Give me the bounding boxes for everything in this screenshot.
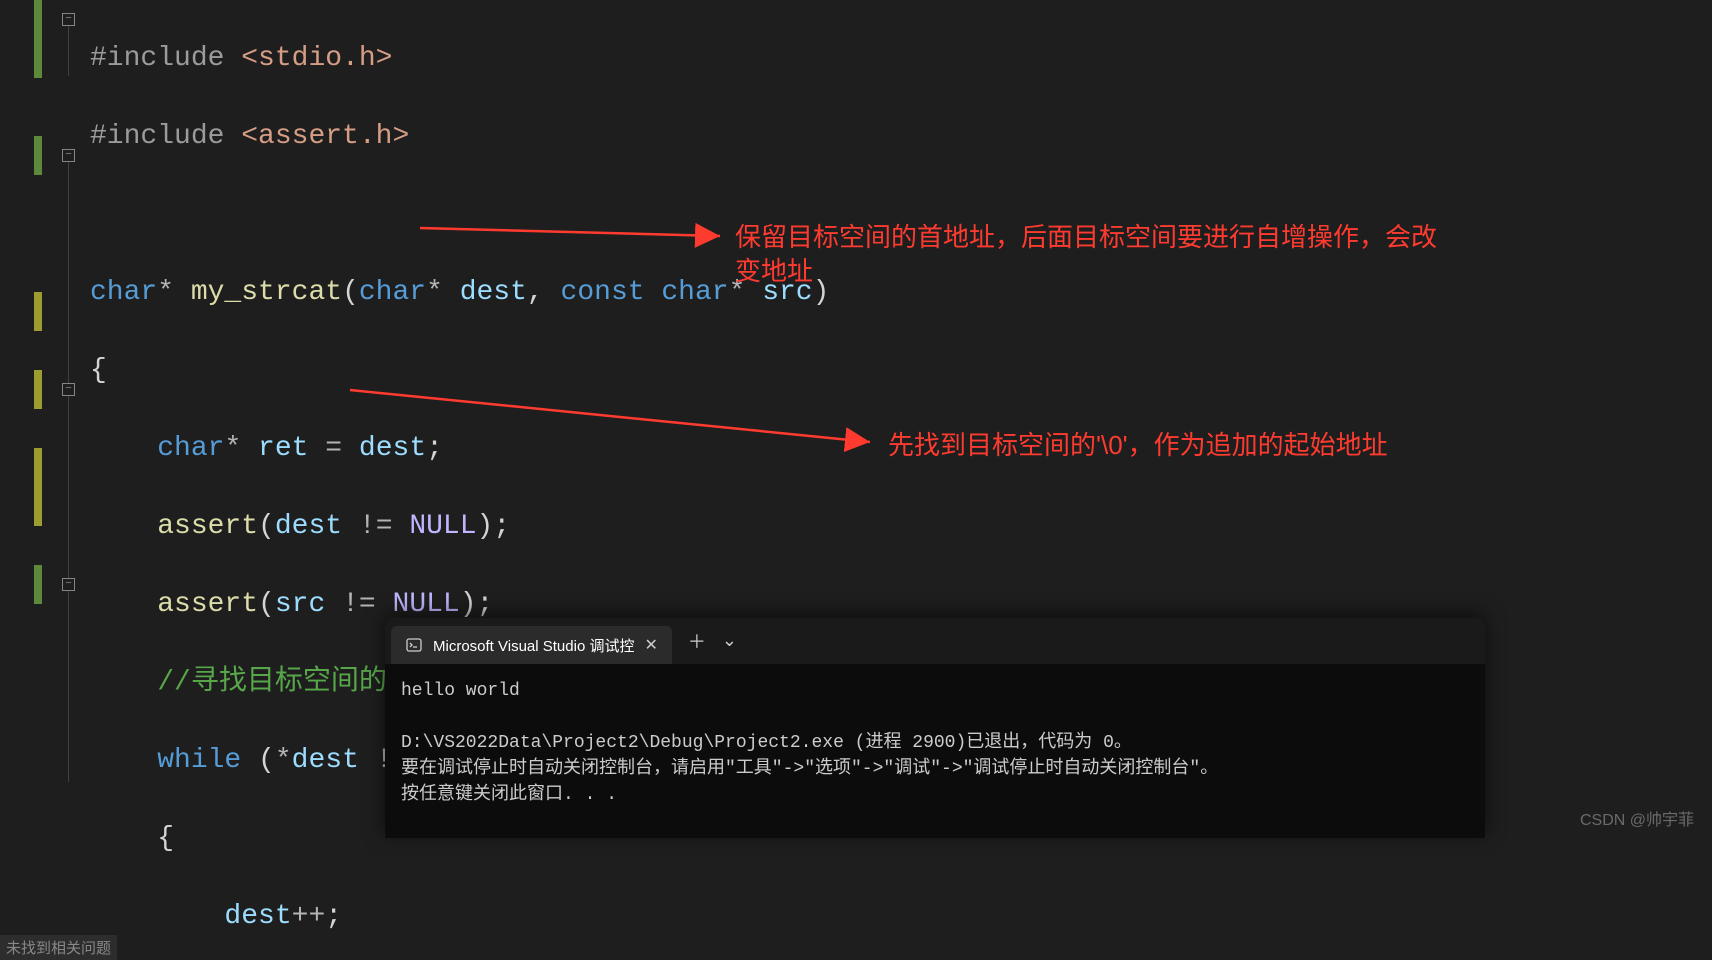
terminal-tab-title: Microsoft Visual Studio 调试控 [433, 635, 634, 656]
watermark-text: CSDN @帅宇菲 [1580, 806, 1694, 830]
close-icon[interactable]: ✕ [644, 635, 657, 655]
status-text: 未找到相关问题 [0, 935, 117, 960]
terminal-tab[interactable]: Microsoft Visual Studio 调试控 ✕ [391, 626, 672, 664]
terminal-tabbar: Microsoft Visual Studio 调试控 ✕ ＋ ⌄ [385, 618, 1485, 664]
new-tab-button[interactable]: ＋ [688, 628, 706, 654]
terminal-output[interactable]: hello world D:\VS2022Data\Project2\Debug… [385, 664, 1485, 822]
annotation-text-2: 先找到目标空间的'\0'，作为追加的起始地址 [888, 428, 1388, 462]
tab-menu-chevron-icon[interactable]: ⌄ [722, 630, 737, 652]
terminal-window: Microsoft Visual Studio 调试控 ✕ ＋ ⌄ hello … [385, 618, 1485, 838]
terminal-icon [405, 636, 423, 654]
editor-gutter [0, 0, 60, 960]
annotation-text-1: 保留目标空间的首地址，后面目标空间要进行自增操作，会改变地址 [735, 220, 1455, 288]
